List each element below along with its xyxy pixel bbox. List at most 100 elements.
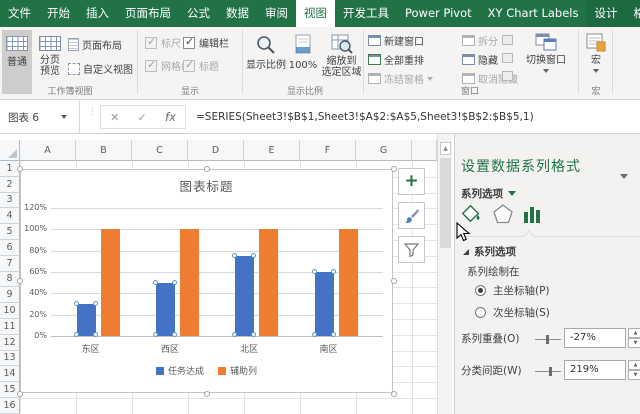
row-header-12[interactable]: 12 [0,335,20,351]
series-selection-handle[interactable] [93,332,98,337]
chart-resize-handle[interactable] [204,391,210,397]
chart-resize-handle[interactable] [17,391,23,397]
legend-item-任务达成[interactable]: 任务达成 [156,364,204,377]
row-header-11[interactable]: 11 [0,319,20,335]
split-button[interactable]: 拆分 [462,33,498,48]
name-box[interactable]: 图表 6 [0,100,80,134]
column-header-B[interactable]: B [76,140,132,161]
synchronous-scrolling-icon[interactable] [502,53,513,63]
bar-任务达成-西区[interactable] [156,283,175,336]
insert-function-icon[interactable]: fx [165,110,176,124]
arrange-all-button[interactable]: 全部重排 [368,52,424,67]
series-selection-handle[interactable] [312,269,317,274]
tab-公式[interactable]: 公式 [179,0,218,27]
chart-object[interactable]: 图表标题 任务达成辅助列 120%100%80%60%40%20%0%东区西区北… [20,169,393,393]
legend-item-辅助列[interactable]: 辅助列 [218,364,257,377]
column-header-partial[interactable] [412,140,437,161]
chart-resize-handle[interactable] [391,166,397,172]
hide-button[interactable]: 隐藏 [462,52,498,67]
row-header-13[interactable]: 13 [0,351,20,367]
tab-页面布局[interactable]: 页面布局 [117,0,179,27]
reset-window-position-icon[interactable] [502,71,513,81]
page-layout-button[interactable]: 页面布局 [68,37,122,52]
row-header-7[interactable]: 7 [0,256,20,272]
column-header-G[interactable]: G [356,140,412,161]
enter-icon[interactable]: ✓ [138,111,147,124]
custom-views-button[interactable]: 自定义视图 [68,61,133,76]
series-selection-handle[interactable] [74,301,79,306]
pane-options-chevron-icon[interactable] [620,164,628,183]
series-selection-handle[interactable] [251,253,256,258]
series-overlap-slider[interactable] [535,339,561,340]
view-side-by-side-icon[interactable] [502,35,513,45]
tab-审阅[interactable]: 审阅 [257,0,296,27]
row-header-16[interactable]: 16 [0,398,20,414]
series-options-section-header[interactable]: 系列选项 [463,244,516,259]
bar-辅助列-西区[interactable] [180,229,199,336]
column-header-D[interactable]: D [188,140,244,161]
select-all-corner[interactable] [0,140,20,161]
slider-thumb[interactable] [546,335,549,344]
spin-down-icon[interactable]: ▼ [628,370,640,380]
chart-resize-handle[interactable] [17,278,23,284]
slider-thumb[interactable] [549,367,552,376]
gap-width-slider[interactable] [535,371,561,372]
spin-down-icon[interactable]: ▼ [628,338,640,348]
bar-任务达成-北区[interactable] [235,256,254,336]
series-selection-handle[interactable] [172,280,177,285]
spin-up-icon[interactable]: ▲ [628,328,640,338]
freeze-panes-button[interactable]: 冻结窗格 [368,71,433,86]
tab-开发工具[interactable]: 开发工具 [335,0,397,27]
row-header-6[interactable]: 6 [0,240,20,256]
chart-legend[interactable]: 任务达成 辅助列 [21,364,392,377]
chart-styles-button[interactable] [398,202,425,229]
gap-width-input[interactable]: 219% [564,360,626,380]
series-selection-handle[interactable] [172,332,177,337]
tab-effects[interactable] [491,202,515,226]
chart-resize-handle[interactable] [17,166,23,172]
series-selection-handle[interactable] [153,280,158,285]
series-options-dropdown[interactable]: 系列选项 [461,186,516,201]
chart-filters-button[interactable] [398,236,425,263]
ruler-checkbox[interactable]: ✓ 标尺 [145,35,181,50]
tab-数据[interactable]: 数据 [218,0,257,27]
series-overlap-input[interactable]: -27% [564,328,626,348]
secondary-axis-radio[interactable]: 次坐标轴(S) [475,305,550,320]
series-selection-handle[interactable] [153,332,158,337]
series-selection-handle[interactable] [312,332,317,337]
tab-XY Chart Labels[interactable]: XY Chart Labels [480,0,587,27]
name-box-splitter[interactable]: ⋮ [88,110,90,124]
headings-checkbox[interactable]: ✓ 标题 [183,58,219,73]
scrollbar-thumb[interactable] [440,158,451,248]
chart-elements-button[interactable]: + [398,168,425,195]
row-header-4[interactable]: 4 [0,208,20,224]
tab-series-options[interactable] [521,202,545,226]
cancel-icon[interactable]: ✕ [110,111,119,124]
new-window-button[interactable]: 新建窗口 [368,33,424,48]
column-header-F[interactable]: F [300,140,356,161]
spin-up-icon[interactable]: ▲ [628,360,640,370]
bar-辅助列-东区[interactable] [101,229,120,336]
row-header-5[interactable]: 5 [0,224,20,240]
bar-任务达成-南区[interactable] [315,272,334,336]
row-header-2[interactable]: 2 [0,177,20,193]
chart-title[interactable]: 图表标题 [21,176,392,195]
tab-Power Pivot[interactable]: Power Pivot [397,0,480,27]
formula-bar-checkbox[interactable]: ✓ 编辑栏 [183,35,229,50]
tab-文件[interactable]: 文件 [0,0,39,27]
tab-设计[interactable]: 设计 [587,0,626,27]
row-header-3[interactable]: 3 [0,193,20,209]
chart-resize-handle[interactable] [391,278,397,284]
bar-任务达成-东区[interactable] [77,304,96,336]
tab-视图[interactable]: 视图 [296,0,335,27]
bar-辅助列-北区[interactable] [259,229,278,336]
series-selection-handle[interactable] [74,332,79,337]
series-selection-handle[interactable] [331,332,336,337]
vertical-scrollbar[interactable]: ▲ [437,134,452,414]
primary-axis-radio[interactable]: 主坐标轴(P) [475,283,550,298]
bar-辅助列-南区[interactable] [339,229,358,336]
column-header-A[interactable]: A [20,140,76,161]
column-header-E[interactable]: E [244,140,300,161]
row-header-10[interactable]: 10 [0,303,20,319]
tab-插入[interactable]: 插入 [78,0,117,27]
